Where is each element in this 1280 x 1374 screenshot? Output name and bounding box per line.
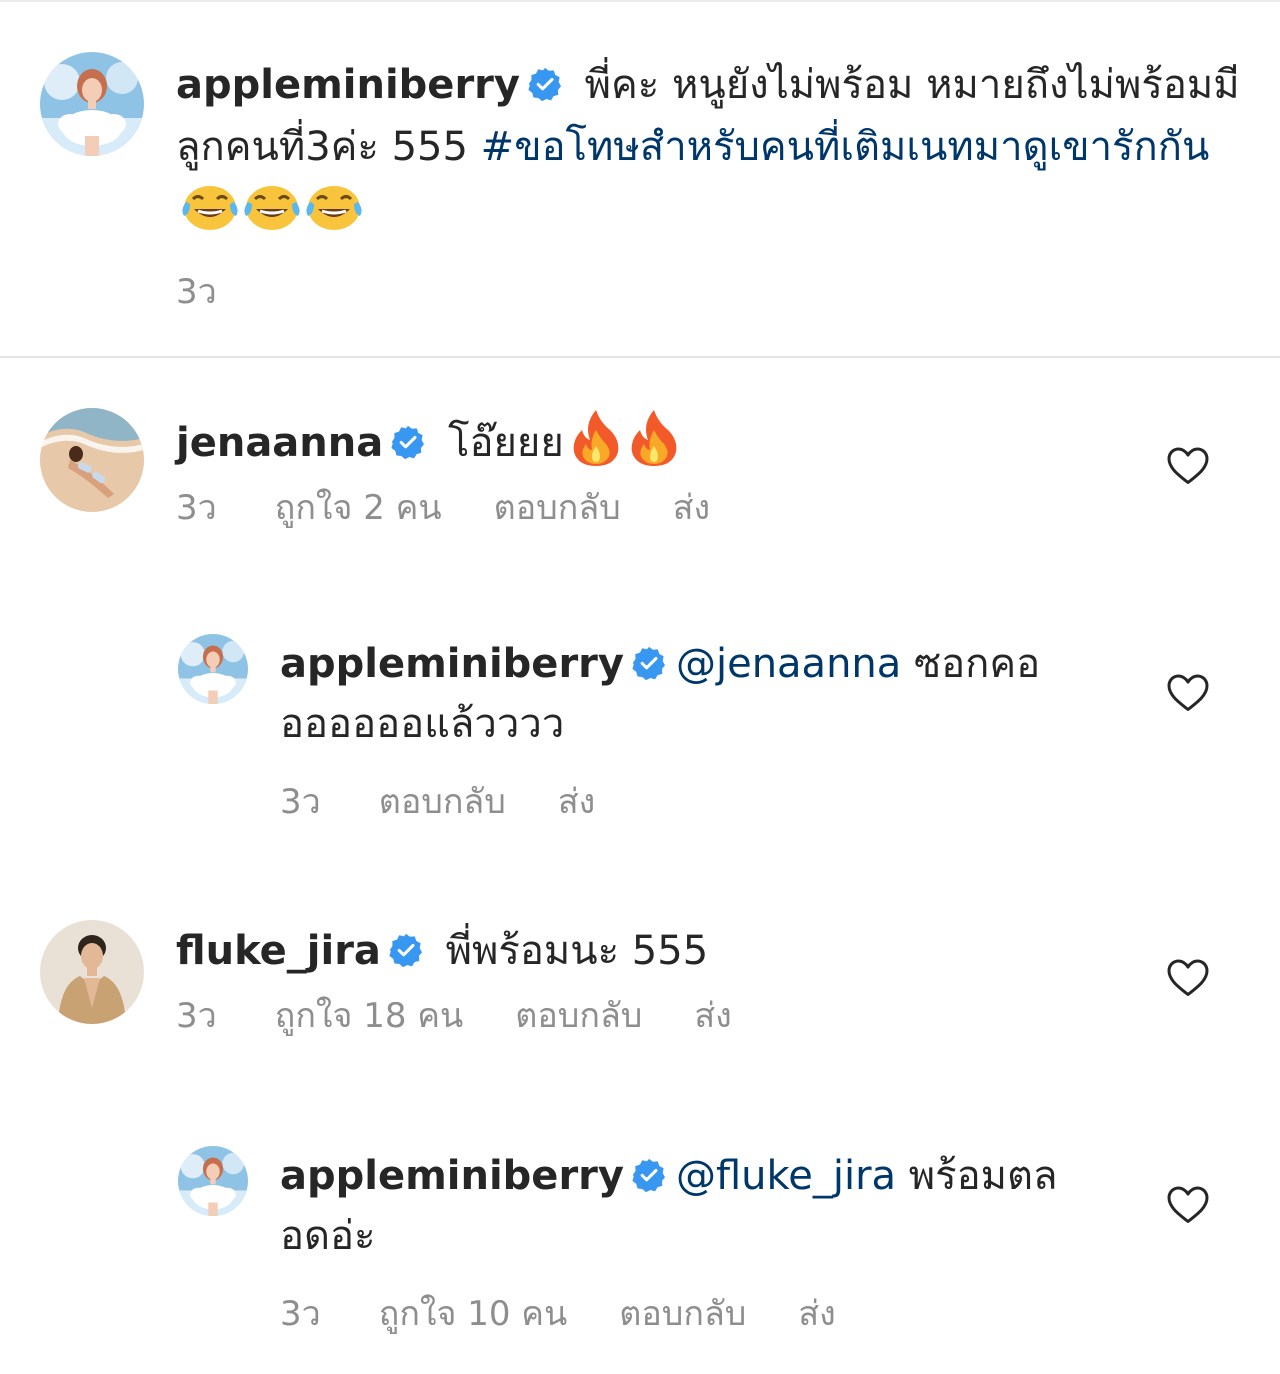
face-with-tears-of-joy-icon	[244, 182, 300, 232]
comment-time: 3ว	[280, 1294, 321, 1334]
comment-message: โอ๊ยยย	[435, 420, 564, 466]
reply-comment: appleminiberry @jenaanna ซอกคอออออออแล้วว…	[178, 634, 1098, 822]
comment-username[interactable]: appleminiberry	[280, 641, 624, 687]
mention-link[interactable]: @fluke_jira	[676, 1153, 896, 1199]
send-button[interactable]: ส่ง	[694, 996, 731, 1036]
reply-button[interactable]: ตอบกลับ	[379, 782, 506, 822]
avatar-appleminiberry-image	[40, 52, 144, 156]
like-heart-icon[interactable]	[1166, 673, 1210, 713]
comment-username[interactable]: jenaanna	[176, 420, 383, 466]
comment-message: พี่พร้อมนะ 555	[432, 928, 709, 974]
reply-button[interactable]: ตอบกลับ	[515, 996, 642, 1036]
caption: appleminiberry พี่คะ หนูยังไม่พร้อม หมาย…	[40, 52, 1240, 312]
reply-button[interactable]: ตอบกลับ	[494, 488, 621, 528]
caption-time: 3ว	[176, 272, 217, 312]
comment-meta: 3ว ถูกใจ 2 คน ตอบกลับ ส่ง	[176, 488, 1156, 528]
comment-meta: 3ว ถูกใจ 18 คน ตอบกลับ ส่ง	[176, 996, 1156, 1036]
face-with-tears-of-joy-icon	[306, 182, 362, 232]
send-button[interactable]: ส่ง	[798, 1294, 835, 1334]
send-button[interactable]: ส่ง	[558, 782, 595, 822]
avatar-jenaanna-image	[40, 408, 144, 512]
fire-icon	[628, 408, 680, 466]
comment-body: jenaanna โอ๊ยยย 3ว ถูกใจ 2 คน ตอบกลับ ส่…	[176, 408, 1156, 528]
likes-count-button[interactable]: ถูกใจ 10 คน	[379, 1294, 568, 1334]
comment-body: appleminiberry @jenaanna ซอกคอออออออแล้วว…	[280, 634, 1098, 822]
comment-text: jenaanna โอ๊ยยย	[176, 408, 1156, 474]
comment-time: 3ว	[176, 996, 217, 1036]
avatar-appleminiberry-image	[178, 634, 248, 704]
comment-body: fluke_jira พี่พร้อมนะ 555 3ว ถูกใจ 18 คน…	[176, 920, 1156, 1036]
comment-text: fluke_jira พี่พร้อมนะ 555	[176, 920, 1156, 982]
caption-divider	[0, 356, 1280, 358]
comment: fluke_jira พี่พร้อมนะ 555 3ว ถูกใจ 18 คน…	[40, 920, 1140, 1036]
like-heart-icon[interactable]	[1166, 958, 1210, 998]
caption-hashtag-link[interactable]: #ขอโทษสำหรับคนที่เติมเนทมาดูเขารักกัน	[481, 124, 1210, 170]
like-heart-icon[interactable]	[1166, 446, 1210, 486]
reply-comment: appleminiberry @fluke_jira พร้อมตลอดอ่ะ 3…	[178, 1146, 1098, 1334]
comment-text: appleminiberry @fluke_jira พร้อมตลอดอ่ะ	[280, 1146, 1100, 1266]
avatar[interactable]	[40, 920, 144, 1024]
likes-count-button[interactable]: ถูกใจ 2 คน	[275, 488, 442, 528]
comment-time: 3ว	[176, 488, 217, 528]
comment: jenaanna โอ๊ยยย 3ว ถูกใจ 2 คน ตอบกลับ ส่…	[40, 408, 1140, 528]
send-button[interactable]: ส่ง	[673, 488, 710, 528]
mention-link[interactable]: @jenaanna	[676, 641, 901, 687]
verified-badge-icon	[528, 67, 562, 101]
comment-username[interactable]: appleminiberry	[280, 1153, 624, 1199]
comment-username[interactable]: fluke_jira	[176, 928, 381, 974]
verified-badge-icon	[632, 646, 666, 680]
verified-badge-icon	[389, 933, 423, 967]
comment-body: appleminiberry @fluke_jira พร้อมตลอดอ่ะ 3…	[280, 1146, 1100, 1334]
caption-meta: 3ว	[176, 272, 1246, 312]
comment-meta: 3ว ตอบกลับ ส่ง	[280, 782, 1098, 822]
avatar[interactable]	[178, 1146, 248, 1216]
avatar[interactable]	[178, 634, 248, 704]
likes-count-button[interactable]: ถูกใจ 18 คน	[275, 996, 464, 1036]
like-heart-icon[interactable]	[1166, 1185, 1210, 1225]
verified-badge-icon	[391, 425, 425, 459]
top-divider	[0, 0, 1280, 2]
avatar-fluke-jira-image	[40, 920, 144, 1024]
fire-icon	[570, 408, 622, 466]
avatar[interactable]	[40, 52, 144, 156]
reply-button[interactable]: ตอบกลับ	[619, 1294, 746, 1334]
caption-username[interactable]: appleminiberry	[176, 62, 520, 108]
caption-body: appleminiberry พี่คะ หนูยังไม่พร้อม หมาย…	[176, 52, 1246, 312]
comment-text: appleminiberry @jenaanna ซอกคอออออออแล้วว…	[280, 634, 1070, 754]
comment-time: 3ว	[280, 782, 321, 822]
face-with-tears-of-joy-icon	[182, 182, 238, 232]
caption-text: appleminiberry พี่คะ หนูยังไม่พร้อม หมาย…	[176, 54, 1246, 240]
comment-meta: 3ว ถูกใจ 10 คน ตอบกลับ ส่ง	[280, 1294, 1100, 1334]
avatar-appleminiberry-image	[178, 1146, 248, 1216]
verified-badge-icon	[632, 1158, 666, 1192]
avatar[interactable]	[40, 408, 144, 512]
